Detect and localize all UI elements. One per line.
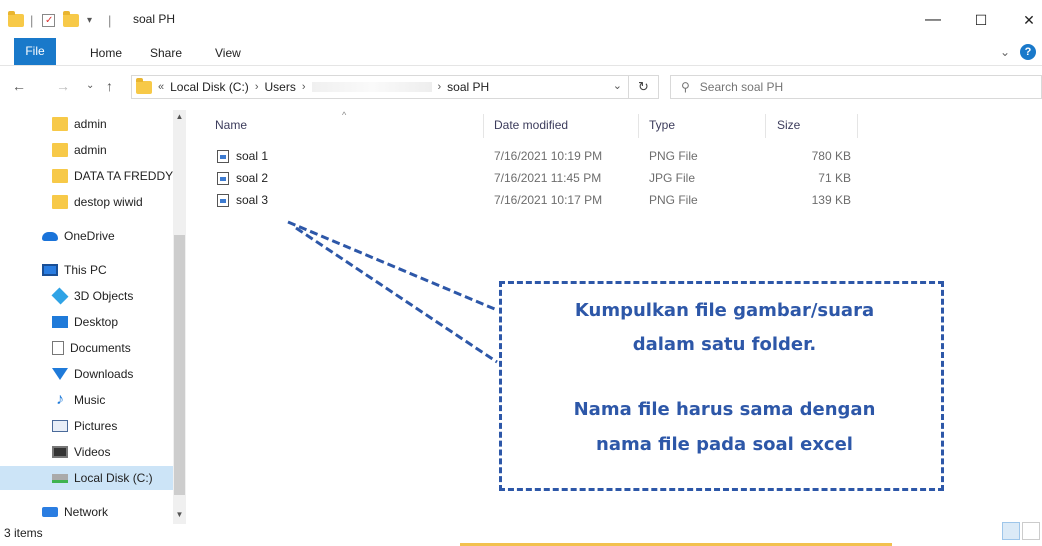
view-switcher [1002, 522, 1040, 540]
large-icons-view-icon[interactable] [1022, 522, 1040, 540]
annotation-callout: Kumpulkan file gambar/suara dalam satu f… [499, 281, 944, 491]
status-item-count: 3 items [4, 526, 43, 540]
callout-line-3: Nama file harus sama dengan [573, 399, 876, 420]
pointer-line-upper [287, 220, 498, 312]
callout-line-2: dalam satu folder. [632, 334, 817, 355]
callout-line-4: nama file pada soal excel [596, 434, 853, 455]
callout-line-1: Kumpulkan file gambar/suara [574, 300, 875, 321]
details-view-icon[interactable] [1002, 522, 1020, 540]
pointer-line-lower [295, 226, 498, 364]
